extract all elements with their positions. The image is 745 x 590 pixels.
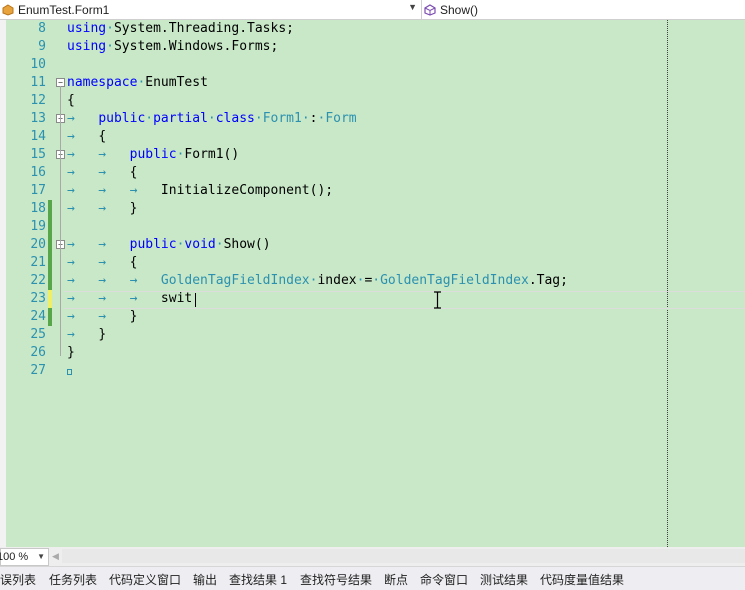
code-line: 13 − → public·partial·class·Form1·:·Form xyxy=(0,110,745,128)
tab-error-list[interactable]: 错误列表 xyxy=(0,571,36,588)
zoom-dropdown[interactable]: 100 % ▼ xyxy=(0,548,49,566)
line-number: 9 xyxy=(38,39,46,54)
tool-window-tabs: 错误列表 任务列表 代码定义窗口 输出 查找结果 1 查找符号结果 断点 命令窗… xyxy=(0,566,745,590)
tab-breakpoints[interactable]: 断点 xyxy=(384,571,408,588)
change-marker xyxy=(48,290,52,308)
line-number: 19 xyxy=(30,219,46,234)
code-line: 20 − → → public·void·Show() xyxy=(0,236,745,254)
line-number: 12 xyxy=(30,93,46,108)
tab-output[interactable]: 输出 xyxy=(193,571,217,588)
class-combo[interactable]: EnumTest.Form1 ▼ xyxy=(0,0,422,19)
line-number: 21 xyxy=(30,255,46,270)
code-text: → → → swit xyxy=(67,291,193,306)
end-of-file-marker xyxy=(67,369,72,375)
code-text: namespace·EnumTest xyxy=(67,75,208,90)
code-text: → public·partial·class·Form1·:·Form xyxy=(67,111,357,126)
code-line: 24 → → } xyxy=(0,308,745,326)
line-number: 16 xyxy=(30,165,46,180)
tab-find-results[interactable]: 查找结果 1 xyxy=(229,571,287,588)
scroll-left-icon[interactable]: ◀ xyxy=(52,551,59,562)
code-text: → → } xyxy=(67,201,138,216)
code-line: 22 → → → GoldenTagFieldIndex·index·=·Gol… xyxy=(0,272,745,290)
change-marker xyxy=(48,272,52,290)
line-number: 17 xyxy=(30,183,46,198)
member-combo[interactable]: Show() xyxy=(422,0,745,19)
code-text: → → → InitializeComponent(); xyxy=(67,183,334,198)
chevron-down-icon: ▼ xyxy=(37,552,45,561)
code-text: → → public·Form1() xyxy=(67,147,240,162)
member-combo-label: Show() xyxy=(440,2,479,17)
code-line: 12 { xyxy=(0,92,745,110)
line-number: 15 xyxy=(30,147,46,162)
change-marker xyxy=(48,236,52,254)
line-number: 22 xyxy=(30,273,46,288)
change-marker xyxy=(48,200,52,218)
code-line: 16 → → { xyxy=(0,164,745,182)
tab-command-window[interactable]: 命令窗口 xyxy=(420,571,468,588)
line-number: 27 xyxy=(30,363,46,378)
code-line: 10 xyxy=(0,56,745,74)
line-number: 11 xyxy=(30,75,46,90)
line-number: 20 xyxy=(30,237,46,252)
line-number: 24 xyxy=(30,309,46,324)
line-number: 23 xyxy=(30,291,46,306)
change-marker xyxy=(48,218,52,236)
outline-guide xyxy=(60,86,61,356)
code-line: 15 − → → public·Form1() xyxy=(0,146,745,164)
code-text: } xyxy=(67,345,75,360)
text-caret xyxy=(195,293,196,307)
ibeam-cursor-icon xyxy=(433,291,442,309)
code-text: using·System.Windows.Forms; xyxy=(67,39,279,54)
line-number: 10 xyxy=(30,57,46,72)
code-line: 18 → → } xyxy=(0,200,745,218)
code-line: 19 xyxy=(0,218,745,236)
code-text: → → → GoldenTagFieldIndex·index·=·Golden… xyxy=(67,273,568,288)
tab-task-list[interactable]: 任务列表 xyxy=(49,571,97,588)
code-line: 27 xyxy=(0,362,745,380)
editor-bottom-bar: 100 % ▼ ◀ xyxy=(0,547,745,566)
class-combo-label: EnumTest.Form1 xyxy=(18,2,110,17)
code-line: 21 → → { xyxy=(0,254,745,272)
chevron-down-icon: ▼ xyxy=(408,2,417,12)
code-text: → { xyxy=(67,129,107,144)
code-line: 25 → } xyxy=(0,326,745,344)
tab-test-results[interactable]: 测试结果 xyxy=(480,571,528,588)
tab-code-metrics[interactable]: 代码度量值结果 xyxy=(540,571,624,588)
line-number: 14 xyxy=(30,129,46,144)
class-icon xyxy=(2,3,14,16)
code-editor[interactable]: 8 using·System.Threading.Tasks; 9 using·… xyxy=(0,20,745,547)
zoom-value: 100 % xyxy=(0,551,29,563)
code-text: using·System.Threading.Tasks; xyxy=(67,21,294,36)
code-text: → } xyxy=(67,327,107,342)
horizontal-scrollbar[interactable] xyxy=(62,549,745,563)
line-number: 8 xyxy=(38,21,46,36)
code-text: { xyxy=(67,93,75,108)
code-text: → → { xyxy=(67,255,138,270)
tab-code-definition[interactable]: 代码定义窗口 xyxy=(109,571,181,588)
code-text: → → { xyxy=(67,165,138,180)
method-icon xyxy=(424,3,436,16)
code-line: 26 } xyxy=(0,344,745,362)
code-text: → → public·void·Show() xyxy=(67,237,271,252)
line-number: 18 xyxy=(30,201,46,216)
code-line: 17 → → → InitializeComponent(); xyxy=(0,182,745,200)
code-line: 11 − namespace·EnumTest xyxy=(0,74,745,92)
code-line: 9 using·System.Windows.Forms; xyxy=(0,38,745,56)
line-number: 26 xyxy=(30,345,46,360)
line-number: 25 xyxy=(30,327,46,342)
navigation-bar: EnumTest.Form1 ▼ Show() xyxy=(0,0,745,20)
code-text: → → } xyxy=(67,309,138,324)
code-line-current[interactable]: 23 → → → swit xyxy=(0,290,745,308)
change-marker xyxy=(48,254,52,272)
line-number: 13 xyxy=(30,111,46,126)
change-marker xyxy=(48,308,52,326)
code-line: 14 → { xyxy=(0,128,745,146)
code-line: 8 using·System.Threading.Tasks; xyxy=(0,20,745,38)
tab-find-symbol-results[interactable]: 查找符号结果 xyxy=(300,571,372,588)
